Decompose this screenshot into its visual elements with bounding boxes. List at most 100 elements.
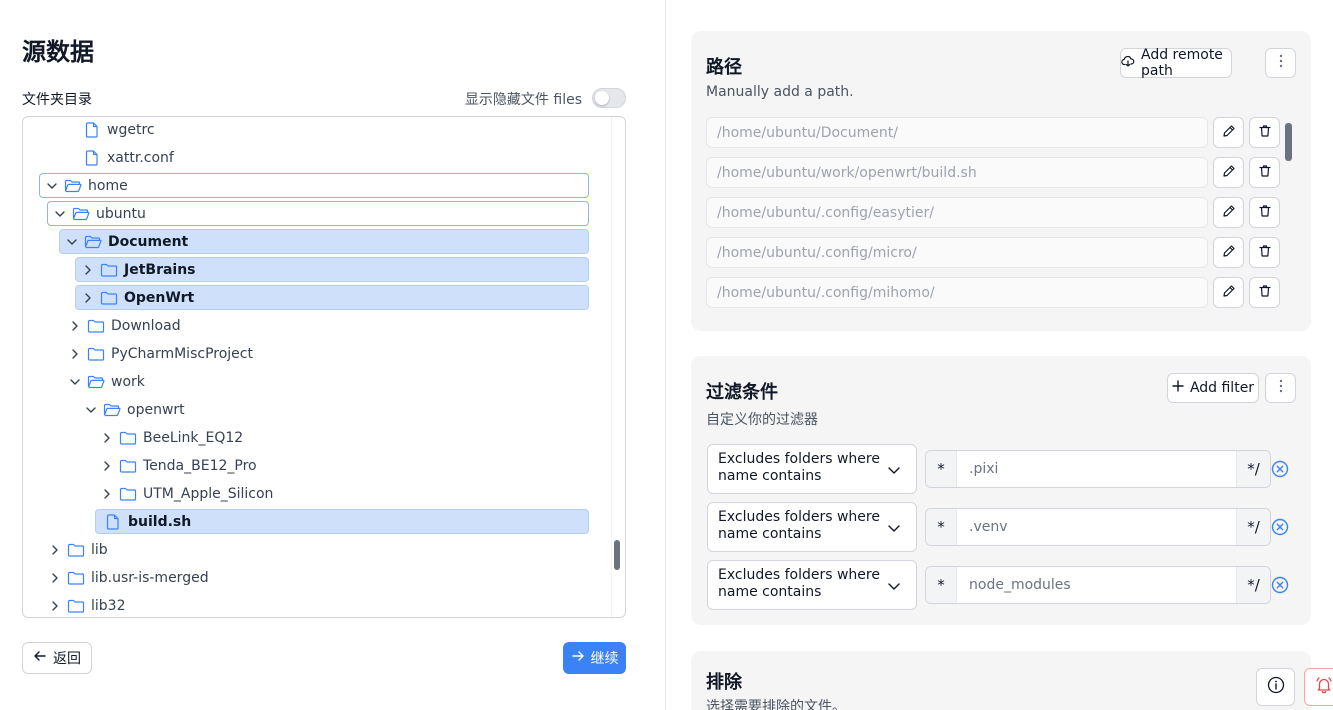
tree-folder-item[interactable]: home: [39, 173, 589, 198]
path-field[interactable]: /home/ubuntu/.config/micro/: [706, 237, 1208, 268]
chevron-right-icon[interactable]: [47, 598, 63, 614]
edit-path-button[interactable]: [1213, 197, 1244, 228]
delete-path-button[interactable]: [1249, 237, 1280, 268]
chevron-right-icon[interactable]: [99, 458, 115, 474]
path-field[interactable]: /home/ubuntu/.config/mihomo/: [706, 277, 1208, 308]
tree-folder-item[interactable]: work: [63, 369, 145, 394]
edit-path-button[interactable]: [1213, 157, 1244, 188]
back-label: 返回: [53, 651, 81, 667]
tree-folder-item[interactable]: OpenWrt: [75, 285, 589, 310]
pencil-icon: [1222, 124, 1236, 142]
tree-label: 文件夹目录: [22, 92, 92, 108]
tree-file-item[interactable]: build.sh: [95, 509, 589, 534]
folder-open-icon: [64, 178, 82, 194]
filter-condition-select[interactable]: Excludes folders where name contains: [707, 560, 917, 610]
tree-folder-item[interactable]: lib: [43, 537, 108, 562]
exclude-description: 选择需要排除的文件。: [706, 699, 846, 710]
delete-path-button[interactable]: [1249, 277, 1280, 308]
path-field[interactable]: /home/ubuntu/.config/easytier/: [706, 197, 1208, 228]
filter-pattern-input[interactable]: node_modules: [957, 567, 1236, 603]
tree-folder-item[interactable]: BeeLink_EQ12: [95, 425, 243, 450]
chevron-down-icon: [886, 578, 902, 599]
chevron-down-icon[interactable]: [64, 234, 80, 250]
pencil-icon: [1222, 284, 1236, 302]
chevron-down-icon[interactable]: [83, 402, 99, 418]
folder-icon: [67, 598, 85, 614]
filter-pattern-input[interactable]: .venv: [957, 509, 1236, 545]
filter-condition-line2: name contains: [718, 526, 822, 542]
tree-item-label: BeeLink_EQ12: [143, 429, 244, 446]
tree-folder-item[interactable]: Document: [59, 229, 589, 254]
tree-folder-item[interactable]: Tenda_BE12_Pro: [95, 453, 257, 478]
chevron-down-icon[interactable]: [52, 206, 68, 222]
edit-path-button[interactable]: [1213, 117, 1244, 148]
back-button[interactable]: 返回: [22, 642, 92, 674]
info-button[interactable]: [1256, 668, 1295, 706]
chevron-down-icon[interactable]: [67, 374, 83, 390]
folder-tree[interactable]: wgetrc xattr.conf home ubuntu Document JetBra…: [22, 116, 626, 618]
tree-item-label: Document: [108, 233, 189, 250]
chevron-right-icon[interactable]: [67, 346, 83, 362]
chevron-right-icon[interactable]: [80, 290, 96, 306]
filter-condition-select[interactable]: Excludes folders where name contains: [707, 502, 917, 552]
remove-filter-button[interactable]: [1271, 460, 1289, 478]
folder-icon: [67, 570, 85, 586]
folder-icon: [119, 486, 137, 502]
hidden-files-label: 显示隐藏文件 files: [464, 92, 582, 108]
chevron-down-icon[interactable]: [44, 178, 60, 194]
pencil-icon: [1222, 204, 1236, 222]
tree-file-item[interactable]: xattr.conf: [75, 145, 174, 170]
tree-scrollbar-thumb[interactable]: [614, 540, 620, 570]
add-filter-button[interactable]: Add filter: [1167, 373, 1259, 403]
filter-pattern-input[interactable]: .pixi: [957, 451, 1236, 487]
delete-path-button[interactable]: [1249, 117, 1280, 148]
delete-path-button[interactable]: [1249, 197, 1280, 228]
alarm-button[interactable]: [1304, 668, 1333, 706]
tree-folder-item[interactable]: ubuntu: [47, 201, 589, 226]
remove-filter-button[interactable]: [1271, 518, 1289, 536]
exclude-title: 排除: [706, 672, 742, 693]
path-field[interactable]: /home/ubuntu/work/openwrt/build.sh: [706, 157, 1208, 188]
tree-item-label: wgetrc: [107, 121, 155, 138]
delete-path-button[interactable]: [1249, 157, 1280, 188]
filter-condition-line1: Excludes folders where: [718, 509, 880, 525]
tree-item-label: OpenWrt: [124, 289, 195, 306]
tree-item-label: lib32: [91, 597, 126, 614]
edit-path-button[interactable]: [1213, 237, 1244, 268]
path-field[interactable]: /home/ubuntu/Document/: [706, 117, 1208, 148]
paths-more-button[interactable]: [1265, 48, 1296, 78]
chevron-right-icon[interactable]: [67, 318, 83, 334]
tree-folder-item[interactable]: Download: [63, 313, 181, 338]
chevron-right-icon[interactable]: [47, 542, 63, 558]
remove-filter-button[interactable]: [1271, 576, 1289, 594]
continue-button[interactable]: 继续: [563, 642, 626, 674]
filter-condition-select[interactable]: Excludes folders where name contains: [707, 444, 917, 494]
tree-item-label: openwrt: [127, 401, 185, 418]
chevron-right-icon[interactable]: [99, 430, 115, 446]
tree-folder-item[interactable]: UTM_Apple_Silicon: [95, 481, 273, 506]
filter-condition-line1: Excludes folders where: [718, 567, 880, 583]
filter-prefix: *: [926, 509, 957, 545]
edit-path-button[interactable]: [1213, 277, 1244, 308]
tree-folder-item[interactable]: PyCharmMiscProject: [63, 341, 253, 366]
pencil-icon: [1222, 244, 1236, 262]
more-vertical-icon: [1279, 379, 1283, 397]
tree-file-item[interactable]: wgetrc: [75, 117, 155, 142]
trash-icon: [1258, 284, 1272, 302]
add-remote-path-button[interactable]: Add remote path: [1120, 47, 1232, 79]
tree-item-label: lib: [91, 541, 108, 558]
hidden-files-toggle[interactable]: [592, 88, 626, 108]
tree-folder-item[interactable]: lib.usr-is-merged: [43, 565, 209, 590]
tree-folder-item[interactable]: JetBrains: [75, 257, 589, 282]
paths-title: 路径: [706, 57, 742, 78]
filter-pattern-group: * .venv */: [925, 508, 1271, 546]
chevron-right-icon[interactable]: [99, 486, 115, 502]
more-vertical-icon: [1279, 54, 1283, 72]
tree-folder-item[interactable]: lib32: [43, 593, 126, 617]
tree-folder-item[interactable]: openwrt: [79, 397, 185, 422]
chevron-right-icon[interactable]: [47, 570, 63, 586]
filters-more-button[interactable]: [1265, 373, 1296, 403]
chevron-right-icon[interactable]: [80, 262, 96, 278]
add-filter-label: Add filter: [1189, 380, 1255, 396]
path-list-scrollbar[interactable]: [1285, 123, 1292, 161]
